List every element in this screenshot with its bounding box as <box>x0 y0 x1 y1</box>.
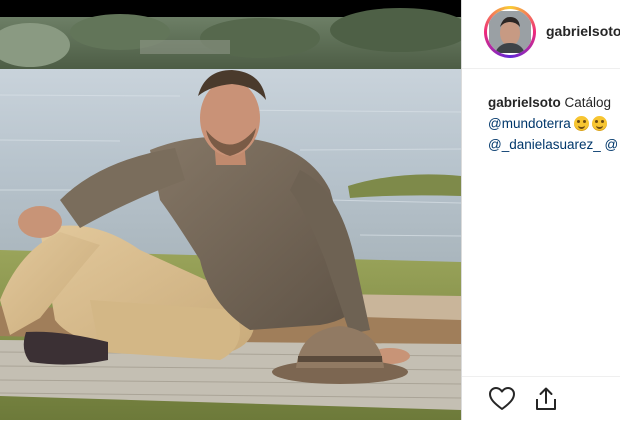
mention-danielasuarez[interactable]: @_danielasuarez_ <box>488 137 601 152</box>
grinning-squinting-face-emoji-icon <box>591 116 607 131</box>
caption-author[interactable]: gabrielsoto <box>488 95 561 110</box>
post-header: gabrielsoto <box>462 0 620 69</box>
post-panel: gabrielsoto gabrielsoto Catálog @mundote… <box>461 0 620 420</box>
username-link[interactable]: gabrielsoto <box>546 23 620 39</box>
heart-icon[interactable] <box>488 385 516 413</box>
photo-scene <box>0 0 461 420</box>
avatar-story-ring[interactable] <box>484 6 536 58</box>
mention-truncated[interactable]: @ <box>605 137 619 152</box>
caption-text: Catálog <box>564 95 612 110</box>
avatar-image <box>489 11 531 53</box>
caption-line-3: @_danielasuarez_ @ <box>488 134 618 155</box>
caption-line-2: @mundoterra <box>488 113 618 134</box>
caption-line-1: gabrielsoto Catálog <box>488 92 618 113</box>
avatar[interactable] <box>487 9 533 55</box>
post-caption: gabrielsoto Catálog @mundoterra @_daniel… <box>488 92 618 155</box>
post-photo[interactable] <box>0 0 461 420</box>
post-actions <box>462 376 620 421</box>
mention-mundoterra[interactable]: @mundoterra <box>488 116 571 131</box>
share-icon[interactable] <box>532 385 560 413</box>
grinning-squinting-face-emoji-icon <box>573 116 589 131</box>
